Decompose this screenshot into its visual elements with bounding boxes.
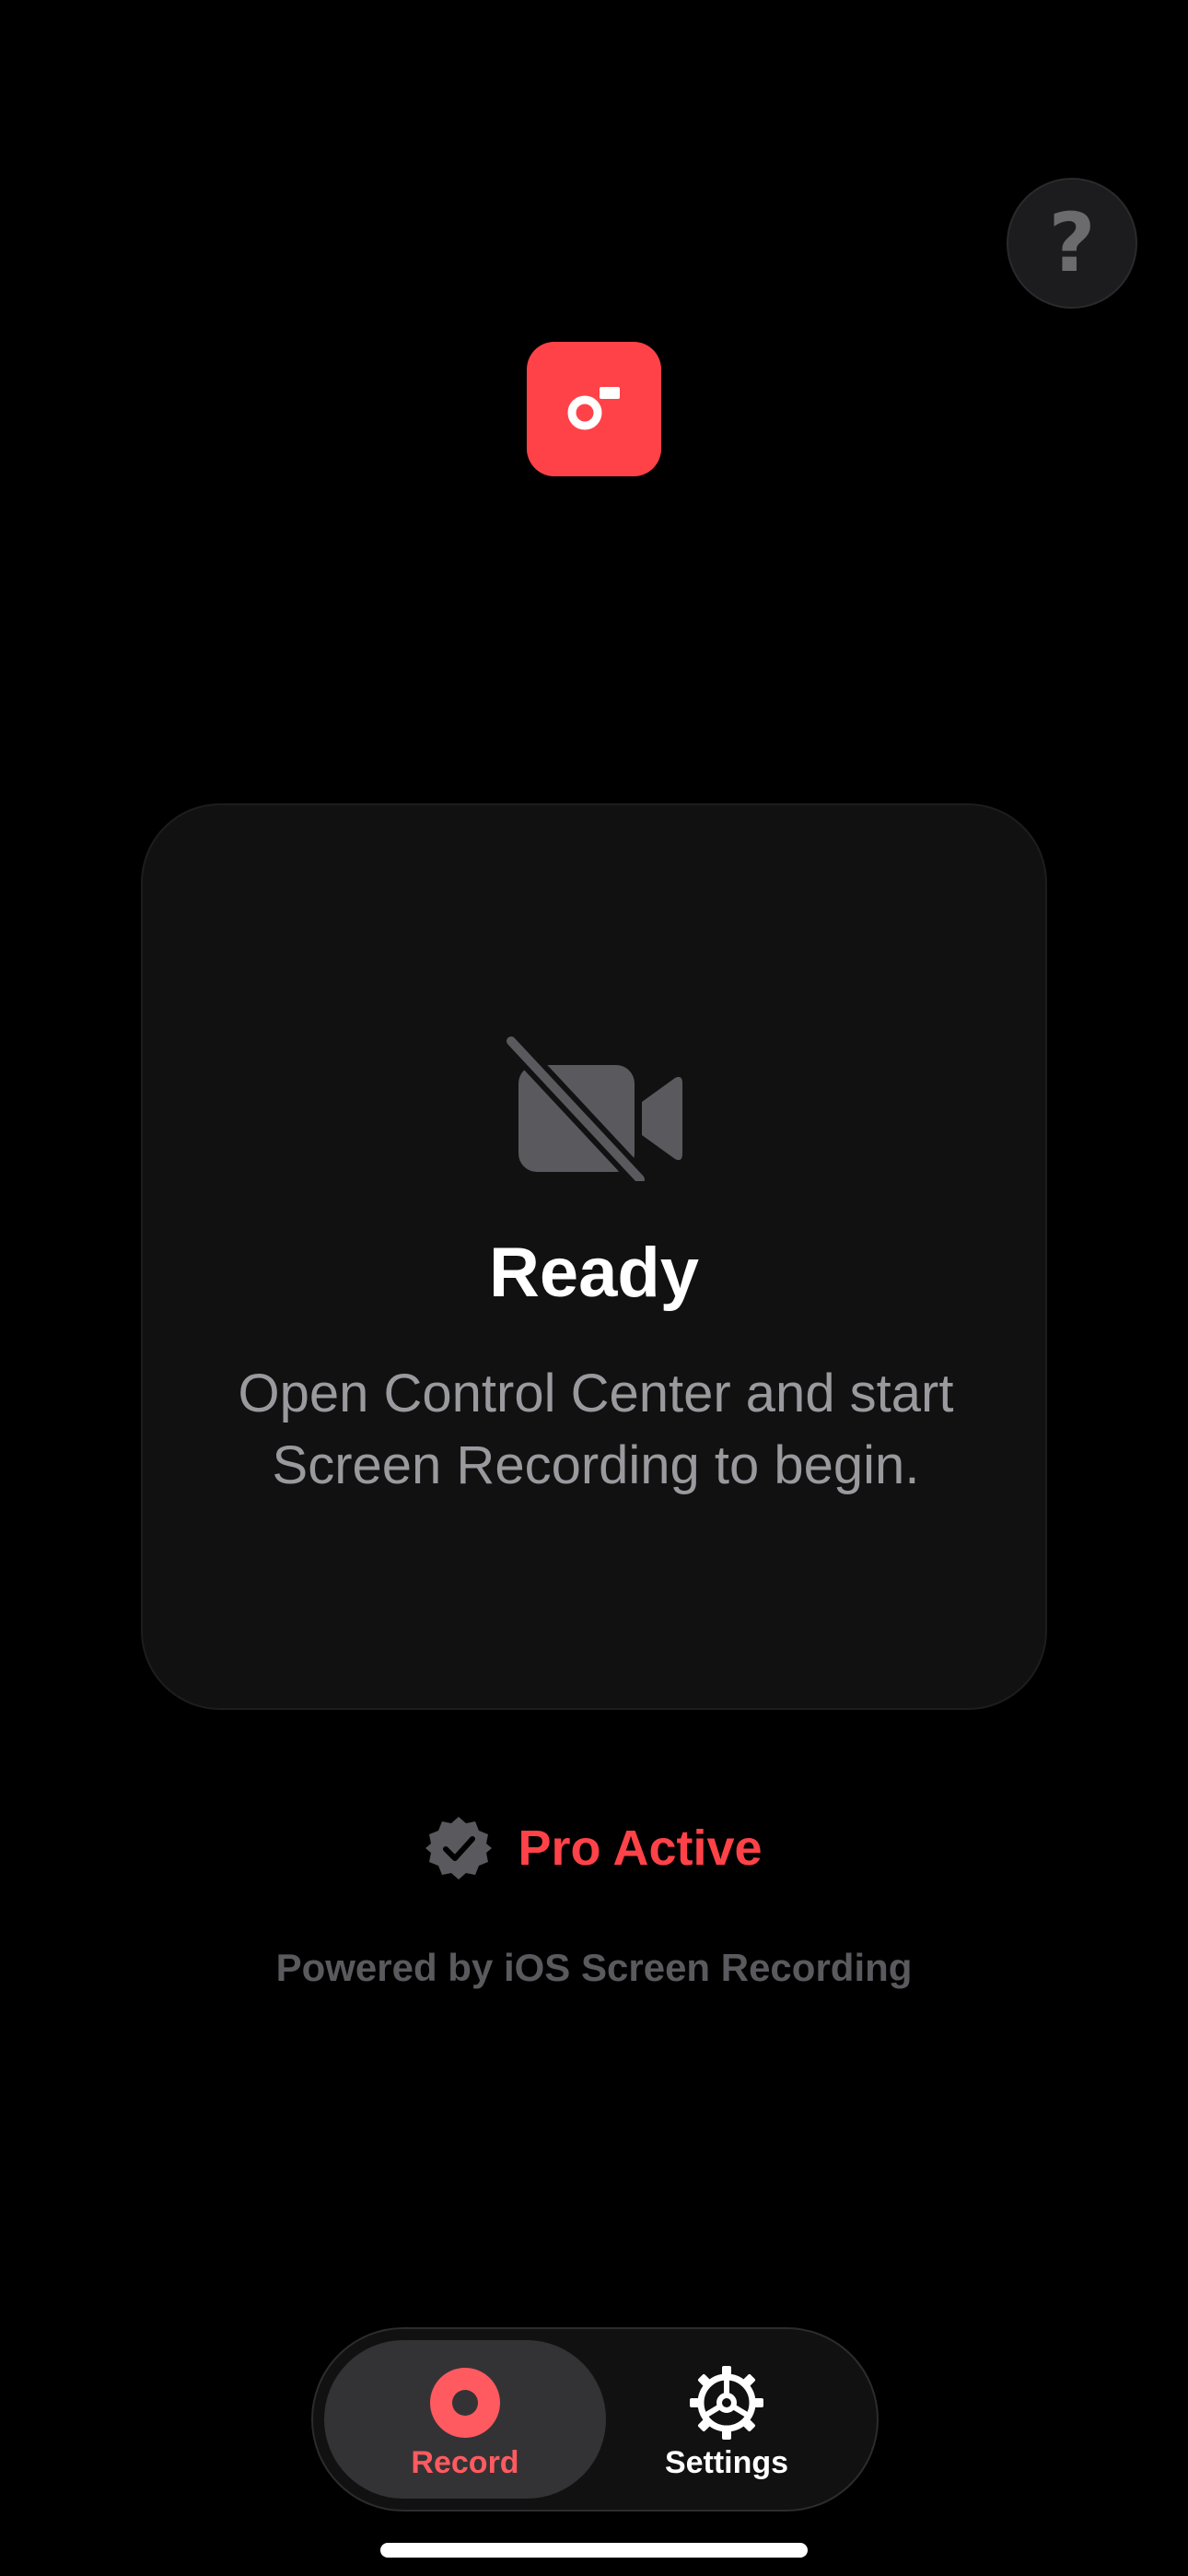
pro-status: Pro Active [0, 1813, 1188, 1883]
status-card: Ready Open Control Center and start Scre… [141, 803, 1047, 1710]
status-title: Ready [488, 1234, 700, 1312]
tab-settings[interactable]: Settings [586, 2340, 868, 2499]
tab-settings-label: Settings [664, 2445, 789, 2480]
status-message: Open Control Center and start Screen Rec… [238, 1364, 954, 1495]
home-indicator [380, 2543, 808, 2558]
question-mark-icon: ? [1048, 195, 1096, 290]
tab-record[interactable]: Record [324, 2340, 606, 2499]
pro-active-label: Pro Active [518, 1821, 763, 1876]
record-icon [430, 2368, 500, 2438]
verified-badge-icon [425, 1817, 493, 1879]
tab-bar: Record Settings [311, 2327, 879, 2512]
video-camera-off-icon [504, 1034, 682, 1181]
help-button[interactable]: ? [1007, 178, 1137, 309]
app-logo [527, 342, 661, 476]
gear-icon [690, 2366, 763, 2440]
screen-record-logo-icon [567, 387, 620, 430]
tab-record-label: Record [411, 2445, 519, 2480]
powered-by-text: Powered by iOS Screen Recording [275, 1946, 913, 1989]
